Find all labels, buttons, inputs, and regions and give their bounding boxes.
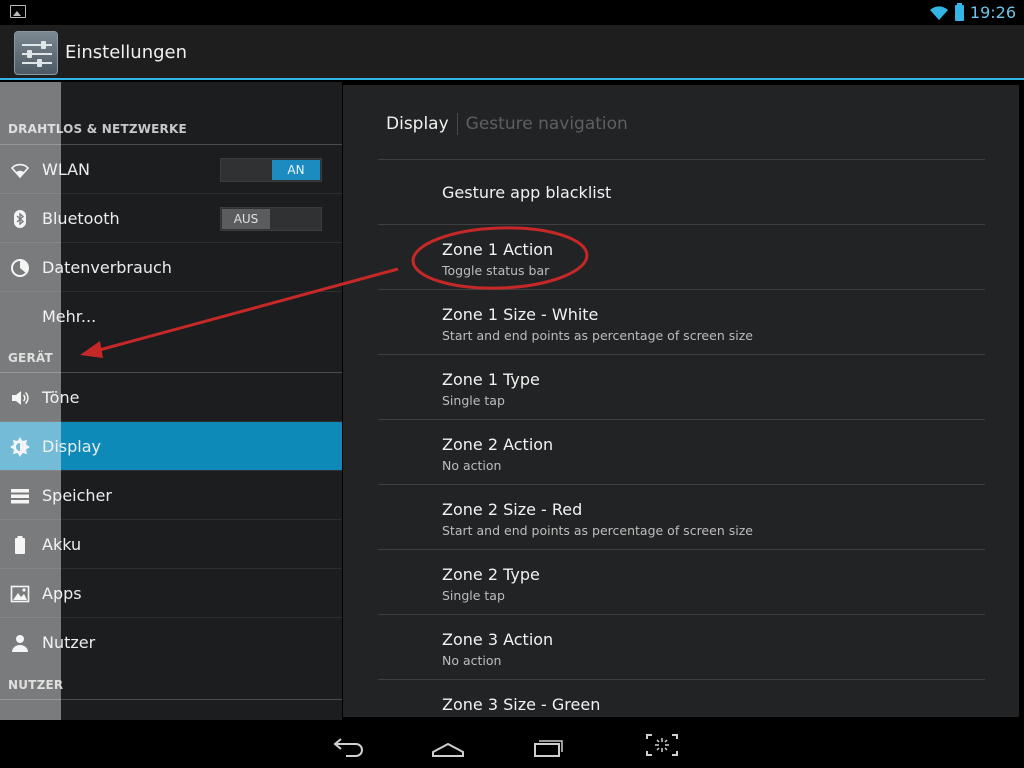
recents-icon[interactable] <box>528 730 568 760</box>
list-item-gesture-app-blacklist[interactable]: Gesture app blacklist <box>378 160 985 225</box>
battery-icon <box>954 2 964 21</box>
tab-separator <box>456 113 458 135</box>
divider <box>0 699 342 700</box>
sidebar-item-label: Nutzer <box>42 633 96 652</box>
sidebar-item-data-usage[interactable]: Datenverbrauch <box>0 243 342 292</box>
sidebar-item-sounds[interactable]: Töne <box>0 373 342 422</box>
wlan-toggle[interactable]: AN <box>220 158 322 182</box>
battery-icon <box>15 536 25 554</box>
list-item-zone2-size[interactable]: Zone 2 Size - Red Start and end points a… <box>378 485 985 550</box>
row-subtitle: Start and end points as percentage of sc… <box>442 328 753 343</box>
sidebar-item-bluetooth[interactable]: Bluetooth AUS <box>0 194 342 243</box>
screenshot-icon[interactable] <box>642 730 682 760</box>
storage-icon <box>11 489 29 504</box>
sidebar-item-display[interactable]: Display <box>0 422 342 471</box>
row-title: Zone 3 Action <box>442 630 554 649</box>
wifi-icon <box>929 5 948 20</box>
row-title: Zone 3 Size - Green <box>442 695 601 714</box>
list-item-zone1-type[interactable]: Zone 1 Type Single tap <box>378 355 985 420</box>
home-icon[interactable] <box>428 730 468 760</box>
toggle-label-on: AN <box>272 160 320 180</box>
row-subtitle: Toggle status bar <box>442 263 550 278</box>
row-title: Zone 2 Type <box>442 565 540 584</box>
category-user: NUTZER <box>8 678 64 692</box>
sidebar-item-wlan[interactable]: WLAN AN <box>0 145 342 194</box>
speaker-icon <box>12 391 29 405</box>
category-device: GERÄT <box>8 351 53 365</box>
sidebar-item-label: Akku <box>42 535 82 554</box>
list-item-zone2-action[interactable]: Zone 2 Action No action <box>378 420 985 485</box>
row-subtitle: Single tap <box>442 588 505 603</box>
settings-sliders-icon[interactable] <box>14 31 58 75</box>
apps-icon <box>10 585 30 603</box>
sidebar-item-users[interactable]: Nutzer <box>0 618 342 667</box>
list-item-zone3-size[interactable]: Zone 3 Size - Green <box>378 680 985 717</box>
list-item-zone3-action[interactable]: Zone 3 Action No action <box>378 615 985 680</box>
sidebar-item-label: Apps <box>42 584 82 603</box>
detail-panel: Display Gesture navigation Gesture app b… <box>343 85 1019 717</box>
sidebar-item-battery[interactable]: Akku <box>0 520 342 569</box>
tab-bar: Display Gesture navigation <box>386 113 628 135</box>
status-bar: 19:26 <box>0 0 1024 25</box>
brightness-icon <box>10 437 30 457</box>
bluetooth-icon <box>14 210 26 228</box>
tab-display[interactable]: Display <box>386 114 449 134</box>
category-wireless: DRAHTLOS & NETZWERKE <box>8 122 187 136</box>
list-item-zone1-size[interactable]: Zone 1 Size - White Start and end points… <box>378 290 985 355</box>
data-usage-icon <box>11 259 29 277</box>
row-title: Zone 1 Type <box>442 370 540 389</box>
row-title: Zone 2 Action <box>442 435 554 454</box>
list-item-zone2-type[interactable]: Zone 2 Type Single tap <box>378 550 985 615</box>
row-subtitle: No action <box>442 458 502 473</box>
bluetooth-toggle[interactable]: AUS <box>220 207 322 231</box>
sidebar-item-label: Mehr... <box>42 307 97 326</box>
app-title: Einstellungen <box>65 42 188 63</box>
tab-gesture-navigation[interactable]: Gesture navigation <box>466 114 628 134</box>
action-bar: Einstellungen <box>0 25 1024 80</box>
row-title: Gesture app blacklist <box>442 183 612 202</box>
back-icon[interactable] <box>328 730 368 760</box>
row-title: Zone 1 Size - White <box>442 305 599 324</box>
row-title: Zone 1 Action <box>442 240 554 259</box>
row-subtitle: No action <box>442 653 502 668</box>
status-time: 19:26 <box>969 3 1016 22</box>
row-subtitle: Start and end points as percentage of sc… <box>442 523 753 538</box>
sidebar-item-storage[interactable]: Speicher <box>0 471 342 520</box>
list-item-zone1-action[interactable]: Zone 1 Action Toggle status bar <box>378 225 985 290</box>
sidebar-item-label: Datenverbrauch <box>42 258 172 277</box>
navigation-bar <box>0 720 1024 768</box>
sidebar-item-label: WLAN <box>42 160 91 179</box>
wifi-icon <box>10 163 30 179</box>
sidebar-item-label: Bluetooth <box>42 209 120 228</box>
sidebar-item-label: Speicher <box>42 486 112 505</box>
sidebar-item-apps[interactable]: Apps <box>0 569 342 618</box>
row-subtitle: Single tap <box>442 393 505 408</box>
settings-sidebar: DRAHTLOS & NETZWERKE WLAN AN Bluetooth A… <box>0 82 342 720</box>
sidebar-item-label: Display <box>42 437 101 456</box>
image-notification-icon <box>10 5 26 18</box>
status-bar-right: 19:26 <box>929 2 1016 23</box>
sidebar-item-more[interactable]: Mehr... <box>0 292 342 341</box>
row-title: Zone 2 Size - Red <box>442 500 583 519</box>
user-icon <box>12 635 28 652</box>
toggle-label-off: AUS <box>222 209 270 229</box>
sidebar-item-label: Töne <box>42 388 80 407</box>
